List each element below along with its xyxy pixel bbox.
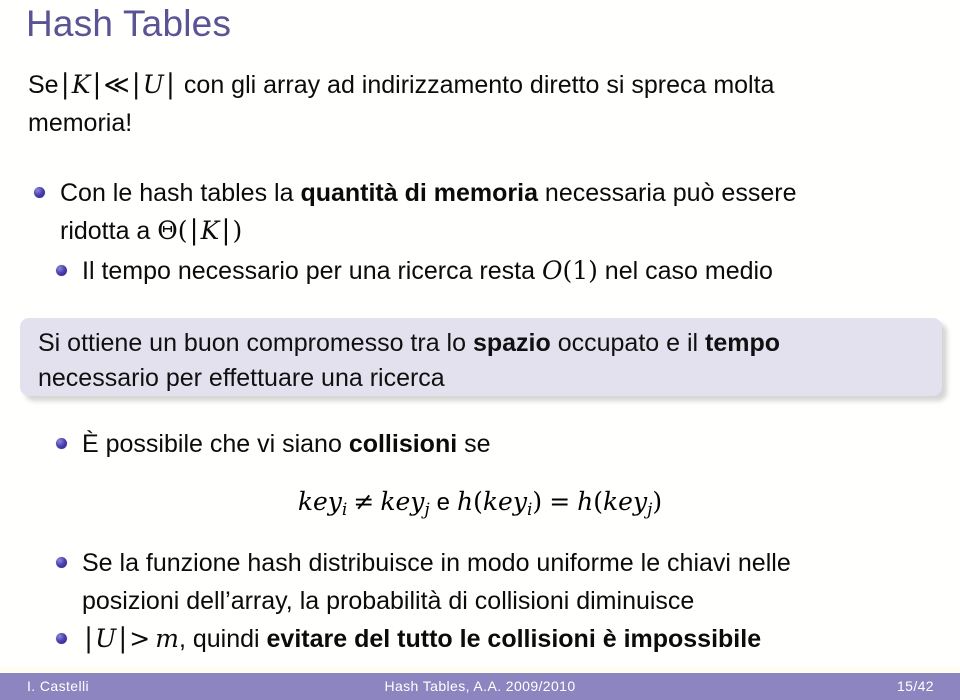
- text-pre: Con le hash tables la: [60, 179, 301, 207]
- intro-suffix: con gli array ad indirizzamento diretto …: [183, 71, 775, 99]
- intro-line-2: memoria!: [28, 109, 133, 137]
- math-symbol-u: U: [142, 70, 164, 99]
- bullet-hash-tables-memory-line-1: Con le hash tables la quantità di memori…: [60, 174, 934, 212]
- bullet-collisions-impossible: |U|> m, quindi evitare del tutto le colli…: [56, 620, 936, 658]
- text-bold: quantità di memoria: [300, 179, 538, 207]
- bullet-uniform-distribution-line-1: Se la funzione hash distribuisce in modo…: [82, 549, 791, 577]
- text-bold-tempo: tempo: [705, 329, 781, 357]
- formula-key-j: key: [380, 487, 425, 516]
- footer-page-number: 15/42: [896, 678, 934, 694]
- formula-paren-close-left: ): [532, 487, 543, 516]
- math-big-o: O: [541, 256, 563, 285]
- bullet-ball-icon: [56, 265, 67, 276]
- bullet-collisions-possible: È possibile che vi siano collisioni se: [56, 425, 936, 463]
- presentation-slide: Hash Tables Se|K|≪|U| con gli array ad i…: [0, 0, 960, 700]
- formula-h-right: h: [577, 487, 594, 516]
- bullet-search-time: Il tempo necessario per una ricerca rest…: [56, 252, 936, 290]
- abs-bar-close-u2: |: [118, 623, 128, 654]
- math-theta-close: ): [232, 216, 243, 245]
- tradeoff-block-line-2: necessario per effettuare una ricerca: [38, 364, 445, 392]
- intro-prefix: Se: [28, 71, 59, 99]
- formula-key-j-2: key: [603, 487, 648, 516]
- footer-title: Hash Tables, A.A. 2009/2010: [384, 678, 576, 694]
- text-mid: occupato e il: [550, 329, 706, 357]
- collision-formula: keyi ≠ keyj e h(keyi) = h(keyj): [0, 487, 960, 520]
- abs-bar-open-k2: |: [189, 215, 199, 246]
- text-bold-spazio: spazio: [472, 329, 551, 357]
- formula-paren-close-right: ): [652, 487, 663, 516]
- formula-conjunction: e: [436, 489, 451, 516]
- tradeoff-block: Si ottiene un buon compromesso tra lo sp…: [20, 318, 942, 396]
- formula-key-i-2: key: [482, 487, 527, 516]
- text-bold: collisioni: [348, 430, 458, 458]
- bullet-ball-icon: [34, 187, 45, 198]
- formula-key-i: key: [297, 487, 342, 516]
- formula-h-left: h: [457, 487, 474, 516]
- formula-sub-j: j: [424, 500, 430, 520]
- formula-paren-open-left: (: [473, 487, 483, 516]
- math-symbol-m: m: [155, 624, 179, 653]
- math-greater-than: >: [129, 624, 151, 653]
- reduced-to-label: ridotta a: [60, 217, 158, 245]
- abs-bar-close-k: |: [92, 69, 102, 100]
- formula-neq: ≠: [353, 487, 375, 516]
- bullet-uniform-distribution: Se la funzione hash distribuisce in modo…: [56, 544, 936, 582]
- bullet-collisions-possible-text: È possibile che vi siano collisioni se: [82, 425, 936, 463]
- abs-bar-close-u: |: [165, 69, 175, 100]
- formula-equals: =: [549, 487, 571, 516]
- abs-bar-close-k2: |: [221, 215, 231, 246]
- bullet-ball-icon: [56, 438, 67, 449]
- footer-tint-strip: [0, 666, 960, 673]
- math-symbol-k: K: [71, 70, 91, 99]
- bullet-collisions-impossible-text: |U|> m, quindi evitare del tutto le colli…: [82, 620, 936, 658]
- math-symbol-u2: U: [95, 624, 117, 653]
- bullet-ball-icon: [56, 557, 67, 568]
- intro-line-1: Se|K|≪|U| con gli array ad indirizzament…: [28, 66, 774, 104]
- bullet-ball-icon: [56, 633, 67, 644]
- tradeoff-block-body: Si ottiene un buon compromesso tra lo sp…: [20, 318, 942, 396]
- formula-paren-open-right: (: [593, 487, 604, 516]
- abs-bar-open-u: |: [131, 69, 141, 100]
- footline: I. Castelli Hash Tables, A.A. 2009/2010 …: [0, 673, 960, 700]
- abs-bar-open-u2: |: [84, 623, 94, 654]
- text-pre: È possibile che vi siano: [82, 430, 349, 458]
- bullet-hash-tables-memory: Con le hash tables la quantità di memori…: [34, 174, 934, 212]
- math-theta-open: Θ(: [157, 216, 188, 245]
- text-post: necessaria può essere: [537, 179, 797, 207]
- text-post: nel caso medio: [597, 257, 773, 285]
- tradeoff-block-line-1: Si ottiene un buon compromesso tra lo sp…: [38, 326, 924, 361]
- text-bold: evitare del tutto le collisioni è imposs…: [266, 625, 762, 653]
- text-pre: Il tempo necessario per una ricerca rest…: [82, 257, 542, 285]
- bullet-hash-tables-memory-line-2: ridotta a Θ(|K|): [60, 212, 242, 250]
- page-title: Hash Tables: [26, 3, 232, 44]
- bullet-uniform-distribution-line-2: posizioni dell’array, la probabilità di …: [82, 587, 695, 615]
- text-mid: , quindi: [178, 625, 267, 653]
- text-post: se: [457, 430, 491, 458]
- math-much-less-than: ≪: [103, 70, 130, 99]
- abs-bar-open-k: |: [60, 69, 70, 100]
- math-symbol-k2: K: [200, 216, 220, 245]
- math-big-o-arg: (1): [562, 256, 598, 285]
- text-pre: Si ottiene un buon compromesso tra lo: [38, 329, 473, 357]
- bullet-search-time-text: Il tempo necessario per una ricerca rest…: [82, 252, 936, 290]
